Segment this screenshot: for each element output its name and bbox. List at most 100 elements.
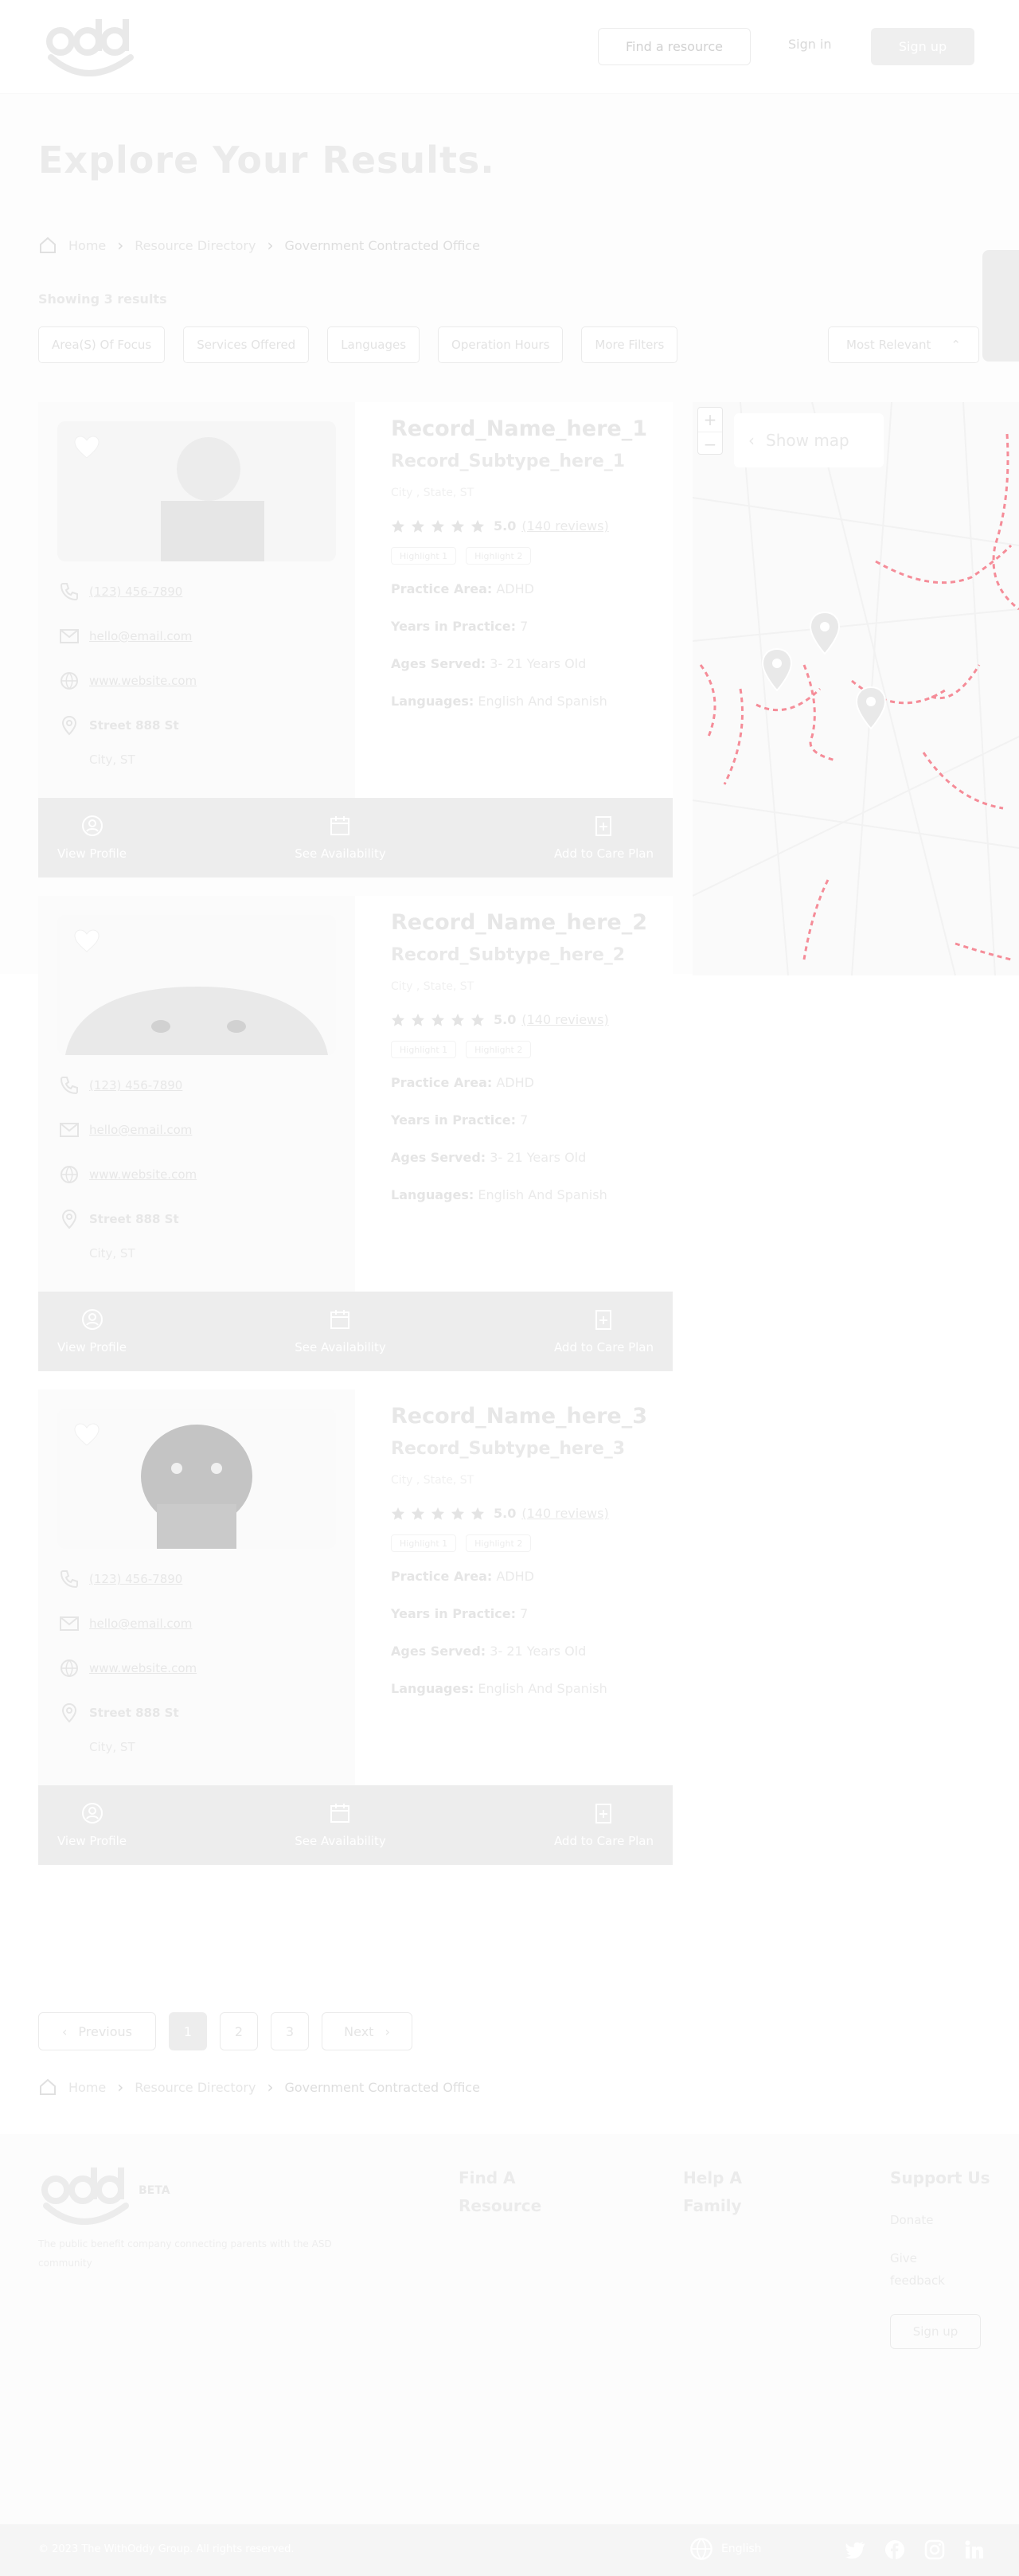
- location-pin-icon: [61, 1702, 77, 1723]
- home-icon[interactable]: [38, 2078, 57, 2097]
- see-availability-button[interactable]: See Availability: [295, 815, 386, 861]
- website-row: www.website.com: [59, 1658, 197, 1679]
- website-link[interactable]: www.website.com: [89, 674, 197, 688]
- location-pin-icon: [61, 715, 77, 736]
- view-profile-button[interactable]: View Profile: [57, 1308, 127, 1354]
- next-page-button[interactable]: Next ›: [322, 2012, 412, 2050]
- email-link[interactable]: hello@email.com: [89, 1616, 192, 1631]
- footer-find-resource-heading[interactable]: Find A Resource: [459, 2164, 541, 2220]
- view-profile-button[interactable]: View Profile: [57, 815, 127, 861]
- home-icon[interactable]: [38, 236, 57, 255]
- website-link[interactable]: www.website.com: [89, 1661, 197, 1675]
- breadcrumb-bottom: Home › Resource Directory › Government C…: [38, 2078, 480, 2097]
- add-to-care-plan-label: Add to Care Plan: [553, 846, 654, 861]
- sign-in-link[interactable]: Sign in: [788, 37, 832, 52]
- reviews-link[interactable]: (140 reviews): [521, 518, 608, 534]
- give-feedback-link[interactable]: Give feedback: [890, 2247, 945, 2292]
- email-link[interactable]: hello@email.com: [89, 1123, 192, 1137]
- filter-services-offered[interactable]: Services Offered: [183, 326, 310, 363]
- filter-areas-of-focus[interactable]: Area(S) Of Focus: [38, 326, 166, 363]
- reviews-link[interactable]: (140 reviews): [521, 1506, 608, 1521]
- globe-icon: [690, 2538, 713, 2560]
- practice-area-value: ADHD: [496, 1569, 534, 1584]
- footer-bottom-bar: © 2023 The WithOddy Group. All rights re…: [0, 2524, 1019, 2576]
- ages-label: Ages Served:: [391, 1644, 486, 1659]
- profile-icon: [81, 1309, 103, 1330]
- show-map-button[interactable]: ‹ Show map: [734, 413, 884, 467]
- facebook-icon[interactable]: [884, 2539, 906, 2561]
- feedback-tab[interactable]: [982, 250, 1019, 362]
- filter-languages[interactable]: Languages: [327, 326, 420, 363]
- years-in-practice: Years in Practice: 7: [391, 1606, 528, 1621]
- map-pin-icon[interactable]: [761, 647, 793, 692]
- sort-select[interactable]: Most Relevant ⌃: [828, 326, 979, 363]
- breadcrumb-home[interactable]: Home: [68, 2080, 106, 2095]
- phone-link[interactable]: (123) 456-7890: [89, 1572, 182, 1586]
- twitter-icon[interactable]: [844, 2539, 866, 2561]
- add-to-care-plan-button[interactable]: Add to Care Plan: [554, 815, 654, 861]
- result-name[interactable]: Record_Name_here_3: [391, 1404, 647, 1429]
- view-profile-button[interactable]: View Profile: [57, 1802, 127, 1848]
- calendar-icon: [330, 816, 350, 835]
- favorite-heart-icon[interactable]: [73, 929, 100, 953]
- address-row: Street 888 St: [59, 715, 179, 736]
- instagram-icon[interactable]: [923, 2539, 946, 2561]
- find-resource-button[interactable]: Find a resource: [598, 28, 751, 65]
- reviews-link[interactable]: (140 reviews): [521, 1012, 608, 1027]
- add-to-care-plan-button[interactable]: Add to Care Plan: [554, 1802, 654, 1848]
- sign-up-button[interactable]: Sign up: [871, 28, 974, 65]
- map-pin-icon[interactable]: [855, 686, 887, 730]
- zoom-out-button[interactable]: −: [698, 432, 722, 455]
- star-icon: [470, 1013, 485, 1026]
- phone-link[interactable]: (123) 456-7890: [89, 584, 182, 599]
- view-profile-label: View Profile: [57, 846, 127, 861]
- filter-more-filters[interactable]: More Filters: [581, 326, 678, 363]
- years-value: 7: [520, 1112, 529, 1128]
- previous-page-button[interactable]: ‹ Previous: [38, 2012, 156, 2050]
- globe-icon: [61, 1166, 78, 1183]
- add-to-care-plan-button[interactable]: Add to Care Plan: [554, 1308, 654, 1354]
- oddy-logo[interactable]: [38, 2166, 132, 2225]
- see-availability-button[interactable]: See Availability: [295, 1308, 386, 1354]
- donate-link[interactable]: Donate: [890, 2209, 934, 2231]
- filter-operation-hours[interactable]: Operation Hours: [438, 326, 564, 363]
- website-link[interactable]: www.website.com: [89, 1167, 197, 1182]
- rating-row: 5.0 (140 reviews): [391, 1012, 609, 1027]
- star-icon: [431, 1013, 445, 1026]
- street-address: Street 888 St: [89, 718, 179, 733]
- footer-sign-up-button[interactable]: Sign up: [890, 2314, 981, 2349]
- practice-area-label: Practice Area:: [391, 1569, 493, 1584]
- linkedin-icon[interactable]: [963, 2539, 986, 2561]
- oddy-logo[interactable]: [43, 18, 137, 76]
- city-address: City, ST: [89, 752, 135, 767]
- see-availability-button[interactable]: See Availability: [295, 1802, 386, 1848]
- language-selector[interactable]: English: [689, 2537, 762, 2561]
- result-name[interactable]: Record_Name_here_2: [391, 910, 647, 935]
- languages-label: Languages:: [391, 694, 474, 709]
- email-link[interactable]: hello@email.com: [89, 629, 192, 643]
- result-name[interactable]: Record_Name_here_1: [391, 416, 647, 441]
- breadcrumb-directory[interactable]: Resource Directory: [135, 2080, 256, 2095]
- result-photo: [57, 915, 336, 1055]
- results-map[interactable]: + − ‹ Show map: [693, 402, 1019, 975]
- favorite-heart-icon[interactable]: [73, 1423, 100, 1447]
- page-1-button[interactable]: 1: [169, 2012, 207, 2050]
- map-pin-icon[interactable]: [809, 611, 841, 655]
- phone-link[interactable]: (123) 456-7890: [89, 1078, 182, 1093]
- highlight-badge: Highlight 1: [391, 547, 457, 565]
- address-row: Street 888 St: [59, 1209, 179, 1229]
- footer-help-family-heading[interactable]: Help A Family: [683, 2164, 742, 2220]
- rating-score: 5.0: [494, 518, 517, 534]
- page-3-button[interactable]: 3: [271, 2012, 309, 2050]
- result-photo: [57, 421, 336, 561]
- language-label: English: [721, 2543, 762, 2555]
- breadcrumb-home[interactable]: Home: [68, 238, 106, 253]
- globe-icon: [61, 672, 78, 690]
- star-icon: [470, 519, 485, 533]
- favorite-heart-icon[interactable]: [73, 436, 100, 459]
- breadcrumb-directory[interactable]: Resource Directory: [135, 238, 256, 253]
- zoom-in-button[interactable]: +: [698, 408, 722, 432]
- page-2-button[interactable]: 2: [220, 2012, 258, 2050]
- rating-row: 5.0 (140 reviews): [391, 1506, 609, 1521]
- mail-icon: [60, 629, 79, 643]
